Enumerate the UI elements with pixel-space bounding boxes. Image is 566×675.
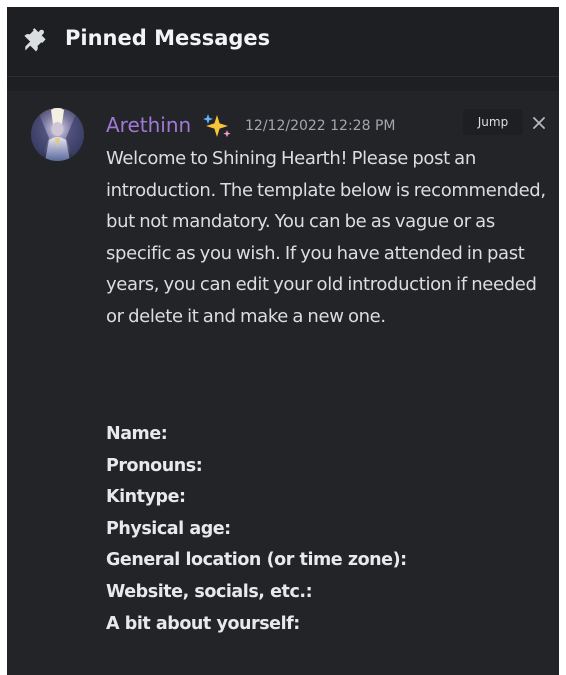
- sparkles-icon: [202, 113, 232, 139]
- template-field-location: General location (or time zone):: [106, 550, 407, 571]
- template-field-website: Website, socials, etc.:: [106, 581, 313, 602]
- message-text: Welcome to Shining Hearth! Please post a…: [106, 148, 546, 327]
- message-content: Welcome to Shining Hearth! Please post a…: [106, 143, 546, 332]
- panel-title: Pinned Messages: [65, 26, 271, 50]
- panel-header: Pinned Messages: [7, 7, 559, 73]
- pinned-messages-panel: Pinned Messages Arethinn 12/12/2022 12:2…: [7, 7, 559, 675]
- close-icon[interactable]: [529, 113, 549, 133]
- avatar[interactable]: [31, 108, 84, 161]
- template-field-kintype: Kintype:: [106, 487, 186, 508]
- template-field-physical-age: Physical age:: [106, 518, 231, 539]
- message-timestamp: 12/12/2022 12:28 PM: [245, 118, 396, 134]
- template-field-about: A bit about yourself:: [106, 613, 300, 634]
- author-name[interactable]: Arethinn: [106, 112, 191, 138]
- pin-icon: [23, 26, 51, 54]
- pinned-message-card[interactable]: Arethinn 12/12/2022 12:28 PM Jump Welcom…: [7, 91, 559, 675]
- header-divider: [7, 76, 559, 77]
- template-field-name: Name:: [106, 424, 168, 444]
- template-field-pronouns: Pronouns:: [106, 455, 203, 476]
- template-field-list: Name: Pronouns: Kintype: Physical age: G…: [106, 419, 546, 640]
- jump-button[interactable]: Jump: [463, 109, 523, 135]
